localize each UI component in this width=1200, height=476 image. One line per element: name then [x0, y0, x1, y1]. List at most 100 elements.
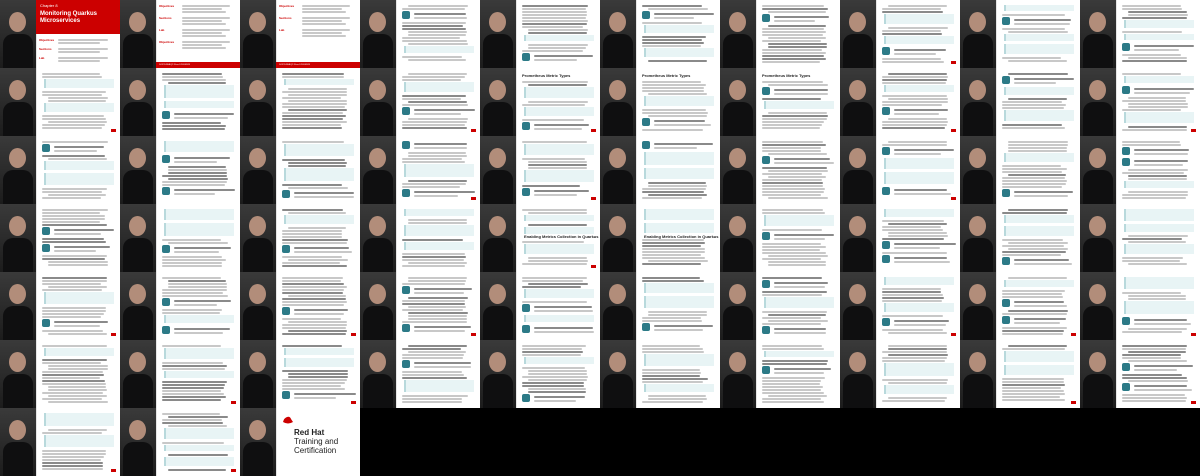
- presenter-video: [240, 204, 276, 272]
- page-marker: [951, 333, 956, 336]
- video-frame-thumbnail: [120, 272, 240, 340]
- page-marker: [951, 197, 956, 200]
- video-frame-thumbnail: [960, 0, 1080, 68]
- video-frame-thumbnail: [0, 408, 120, 476]
- code-block: [1124, 277, 1194, 289]
- code-block: [164, 445, 234, 451]
- video-frame-thumbnail: [240, 340, 360, 408]
- note-icon: [522, 53, 530, 61]
- code-block: [764, 215, 834, 226]
- video-frame-thumbnail: [1080, 0, 1200, 68]
- slide-page: [516, 340, 600, 408]
- code-block: [1004, 87, 1074, 95]
- note-icon: [882, 147, 890, 155]
- presenter-video: [840, 272, 876, 340]
- note-icon: [42, 319, 50, 327]
- note-icon: [162, 326, 170, 334]
- presenter-video: [480, 136, 516, 204]
- code-block: [1004, 365, 1074, 375]
- note-icon: [1122, 383, 1130, 391]
- slide-page: [156, 408, 240, 476]
- video-frame-thumbnail: [240, 136, 360, 204]
- presenter-video: [360, 136, 396, 204]
- presenter-video: [240, 340, 276, 408]
- code-block: [284, 215, 354, 224]
- chapter-number: Chapter 8: [40, 3, 58, 8]
- page-marker: [231, 469, 236, 472]
- presenter-video: [480, 340, 516, 408]
- note-icon: [642, 118, 650, 126]
- slide-page: Chapter 8 Monitoring Quarkus Microservice…: [36, 0, 120, 68]
- slide-page: [36, 408, 120, 476]
- presenter-video: [120, 408, 156, 476]
- slide-page: [996, 272, 1080, 340]
- code-block: [284, 348, 354, 355]
- code-block: [284, 144, 354, 156]
- slide-page: [1116, 0, 1200, 68]
- page-marker: [1071, 333, 1076, 336]
- presenter-video: [240, 408, 276, 476]
- page-marker: [111, 129, 116, 132]
- slide-page: [36, 204, 120, 272]
- code-block: [164, 315, 234, 323]
- note-icon: [522, 188, 530, 196]
- slide-page: [996, 68, 1080, 136]
- note-icon: [762, 232, 770, 240]
- video-frame-thumbnail: [840, 204, 960, 272]
- slide-page: [996, 204, 1080, 272]
- slide-page: [396, 204, 480, 272]
- note-icon: [42, 227, 50, 235]
- page-marker: [591, 265, 596, 268]
- note-icon: [762, 87, 770, 95]
- empty-tile: [840, 408, 960, 476]
- note-icon: [882, 47, 890, 55]
- presenter-video: [720, 0, 756, 68]
- presenter-video: [360, 272, 396, 340]
- page-marker: [1191, 333, 1196, 336]
- code-block: [524, 357, 594, 364]
- code-block: [524, 289, 594, 298]
- code-block: [644, 168, 714, 179]
- video-frame-thumbnail: [1080, 68, 1200, 136]
- slide-page: [756, 340, 840, 408]
- note-icon: [882, 107, 890, 115]
- page-marker: [351, 333, 356, 336]
- note-icon: [762, 366, 770, 374]
- presenter-video: [0, 68, 36, 136]
- slide-page: [396, 272, 480, 340]
- code-block: [884, 385, 954, 394]
- note-icon: [1002, 257, 1010, 265]
- code-block: [524, 215, 594, 221]
- presenter-video: [0, 204, 36, 272]
- video-frame-thumbnail: [960, 204, 1080, 272]
- video-frame-thumbnail: [840, 68, 960, 136]
- presenter-video: [960, 340, 996, 408]
- code-block: [404, 242, 474, 250]
- presenter-video: [600, 204, 636, 272]
- code-block: [1004, 280, 1074, 287]
- presenter-video: [840, 204, 876, 272]
- slide-page: [36, 68, 120, 136]
- note-icon: [162, 111, 170, 119]
- video-frame-thumbnail: [720, 136, 840, 204]
- video-frame-thumbnail: [0, 340, 120, 408]
- branding-text: Red Hat: [294, 428, 325, 437]
- slide-page: [756, 272, 840, 340]
- video-frame-thumbnail: [840, 0, 960, 68]
- outline-label: Sections: [279, 16, 292, 20]
- note-icon: [882, 187, 890, 195]
- slide-page: [156, 204, 240, 272]
- slide-page: Prometheus Metric Types: [516, 68, 600, 136]
- note-icon: [642, 11, 650, 19]
- note-icon: [402, 324, 410, 332]
- code-block: [884, 158, 954, 169]
- note-icon: [1122, 86, 1130, 94]
- presenter-video: [360, 68, 396, 136]
- slide-page: Objectives Sections Lab DO378-RHBQ2.13-en-2…: [276, 0, 360, 68]
- section-heading: Enabling Metrics Collection in Quarkus: [642, 234, 720, 239]
- slide-page: [516, 0, 600, 68]
- outline-label: Objectives: [279, 4, 295, 8]
- video-frame-thumbnail: Objectives Sections Lab DO378-RHBQ2.13-en-2…: [240, 0, 360, 68]
- note-icon: [1122, 158, 1130, 166]
- note-icon: [402, 11, 410, 19]
